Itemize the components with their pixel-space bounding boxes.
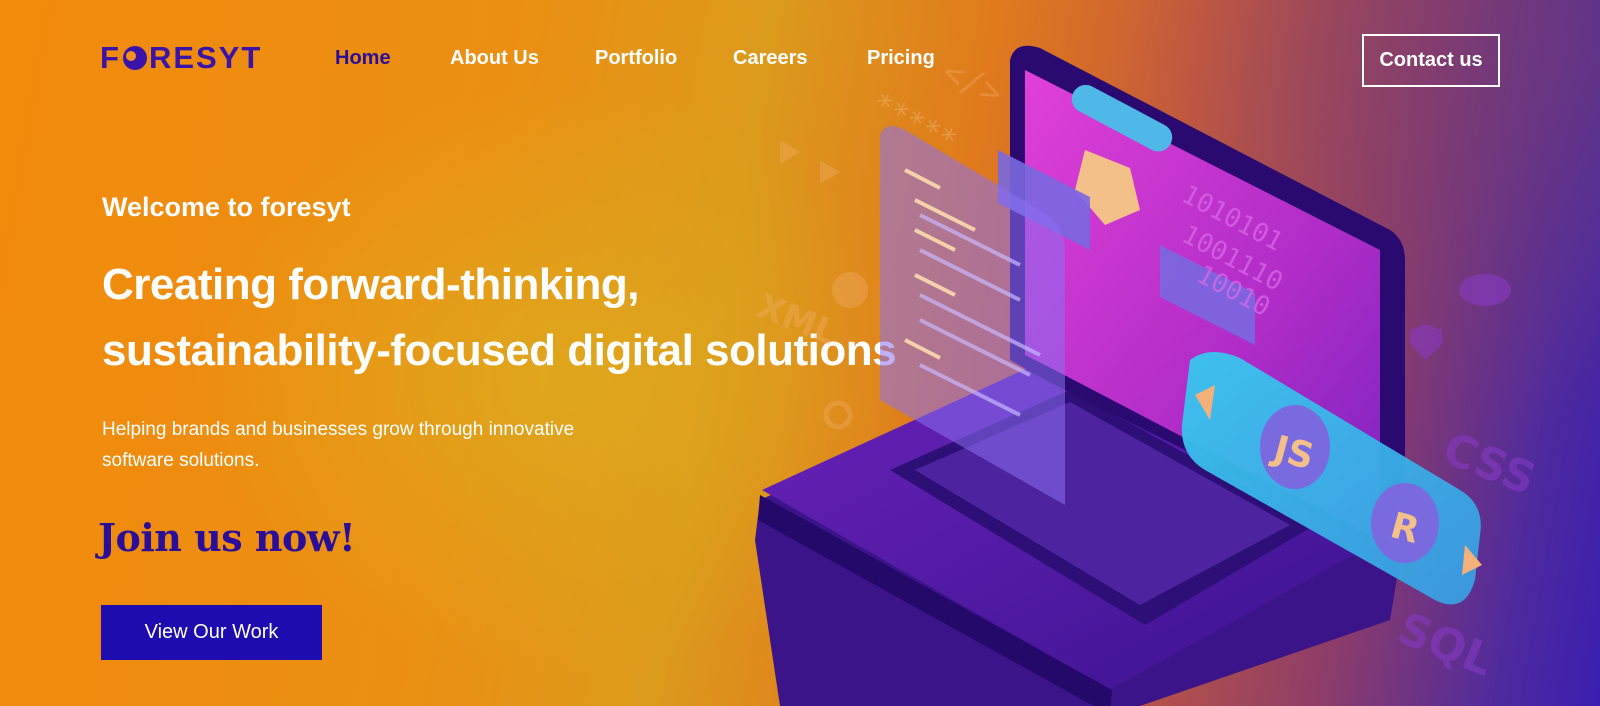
laptop-illustration: </> ***** XML CSS SQL 1010101 1001110 10…: [752, 45, 1543, 706]
logo-o-mark: [122, 46, 147, 70]
shield-icon: [1410, 324, 1442, 360]
logo[interactable]: F RESYT: [100, 40, 263, 75]
logo-letter-f: F: [100, 40, 121, 75]
play-icon: [780, 140, 800, 164]
nav-portfolio[interactable]: Portfolio: [595, 47, 677, 70]
welcome-text: Welcome to foresyt: [102, 192, 351, 222]
cloud-icon: [1459, 274, 1511, 306]
sql-label: SQL: [1391, 603, 1500, 687]
view-our-work-button[interactable]: View Our Work: [101, 605, 322, 660]
gear-icon: [832, 272, 868, 308]
hero-subtext: Helping brands and businesses grow throu…: [102, 414, 602, 476]
headline-line-1: Creating forward-thinking,: [102, 260, 640, 309]
nav-about-us[interactable]: About Us: [450, 47, 539, 70]
join-us-text: Join us now!: [98, 515, 356, 560]
subtext-line-2: software solutions.: [102, 450, 260, 471]
code-symbol-bg: </>: [936, 52, 1009, 114]
subtext-line-1: Helping brands and businesses grow throu…: [102, 419, 575, 440]
search-icon: [823, 400, 853, 430]
logo-letters-resyt: RESYT: [148, 40, 263, 75]
nav-home[interactable]: Home: [335, 47, 391, 70]
xml-label: XML: [752, 286, 843, 354]
